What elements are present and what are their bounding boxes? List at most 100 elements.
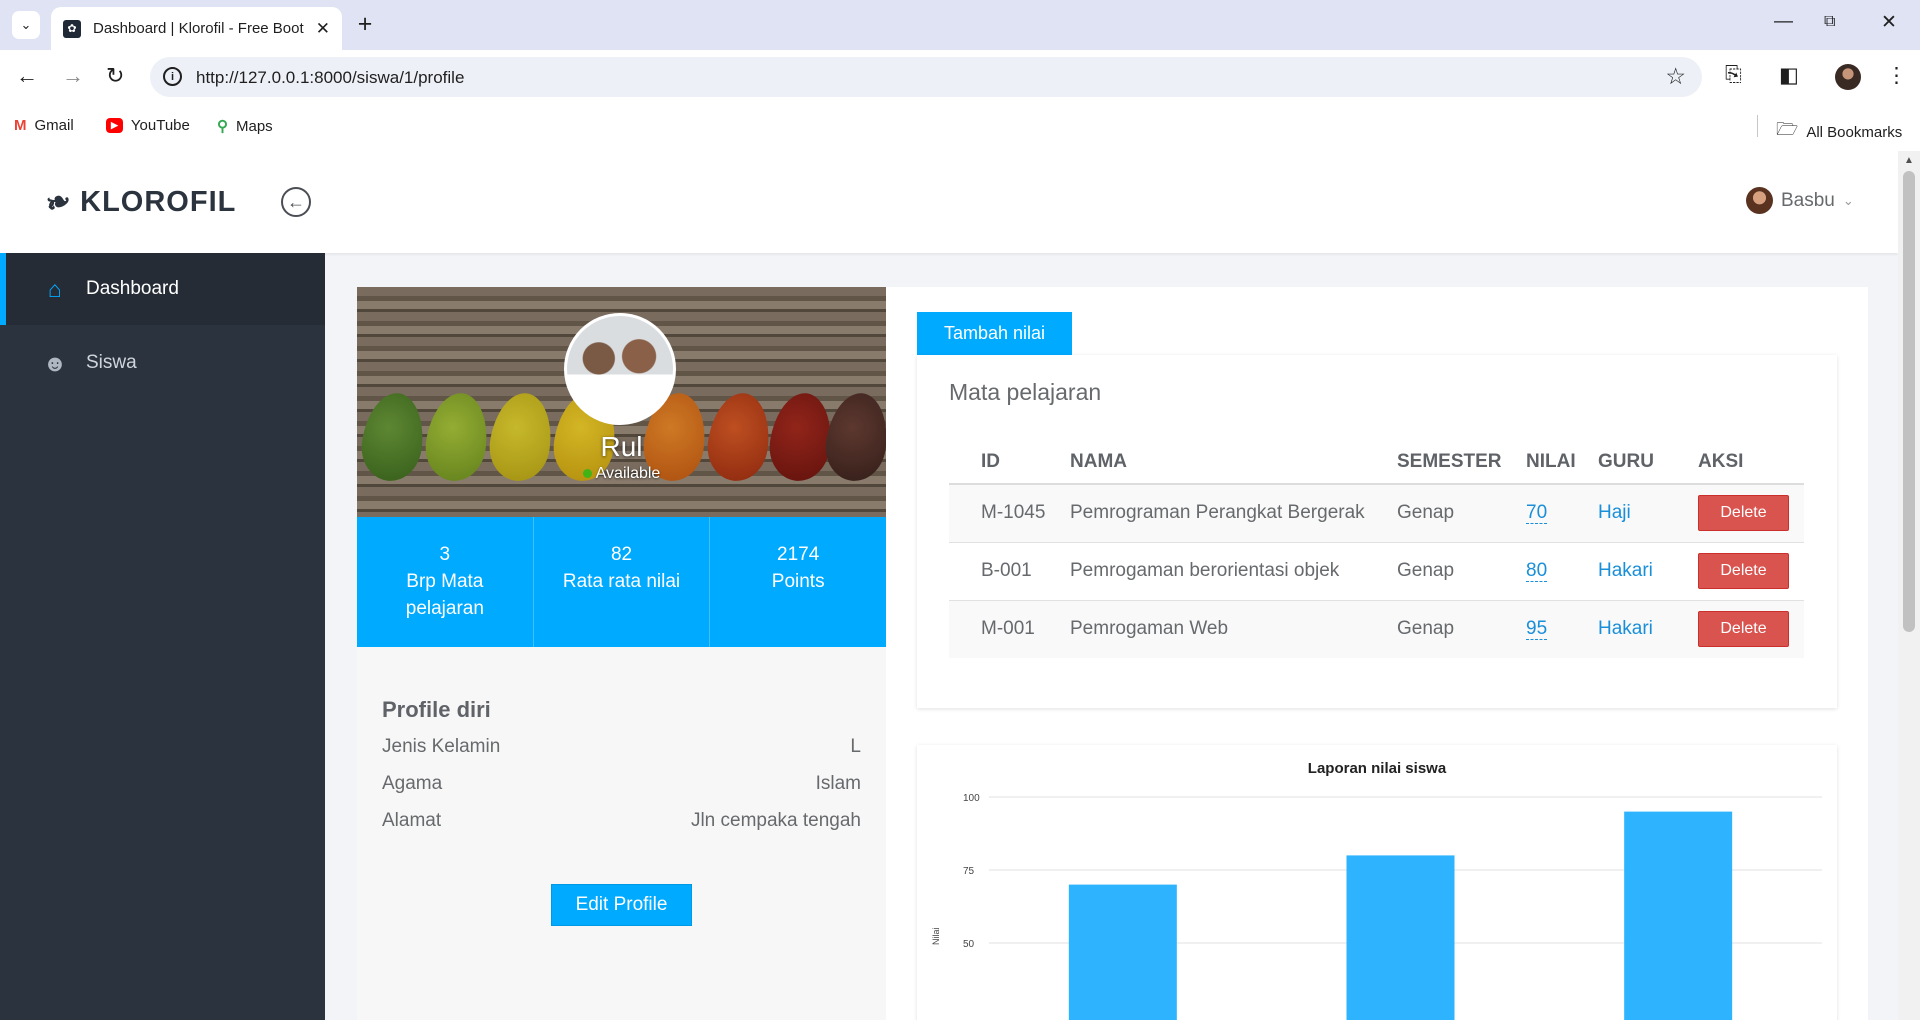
- nilai-editable-link[interactable]: 95: [1526, 618, 1548, 641]
- delete-button[interactable]: Delete: [1698, 495, 1789, 532]
- stat-label: Points: [771, 571, 825, 592]
- extensions-icon[interactable]: ⎘: [1725, 63, 1742, 87]
- table-row: M-001 Pemrogaman Web Genap 95 Hakari Del…: [949, 599, 1804, 658]
- field-value: Jln cempaka tengah: [690, 810, 861, 831]
- guru-link[interactable]: Hakari: [1598, 618, 1653, 639]
- brand-logo[interactable]: ❧ KLOROFIL: [41, 183, 237, 223]
- profile-avatar[interactable]: [1835, 64, 1861, 90]
- minimize-icon[interactable]: —: [1774, 11, 1793, 33]
- bookmark-label: YouTube: [130, 117, 190, 134]
- cell-guru: Hakari: [1598, 599, 1698, 658]
- scroll-thumb[interactable]: [1903, 171, 1915, 632]
- sidebar-item-siswa[interactable]: ☻ Siswa: [0, 327, 325, 399]
- browser-toolbar: ← → ↻ i http://127.0.0.1:8000/siswa/1/pr…: [0, 50, 1920, 103]
- column-header: SEMESTER: [1397, 441, 1526, 485]
- sidebar-toggle-back-icon[interactable]: ←: [281, 187, 311, 217]
- profile-field: Jenis Kelamin L: [382, 736, 861, 758]
- user-name: Basbu: [1781, 189, 1835, 211]
- cell-guru: Haji: [1598, 483, 1698, 542]
- klorofil-favicon-icon: ✿: [63, 19, 81, 38]
- restore-icon[interactable]: ⧉: [1824, 13, 1835, 31]
- sidebar-item-dashboard[interactable]: ⌂ Dashboard: [0, 253, 325, 325]
- bar: [1068, 884, 1177, 1020]
- y-tick-label: 100: [963, 793, 980, 804]
- site-info-icon[interactable]: i: [163, 67, 182, 86]
- stat-average: 82 Rata rata nilai: [534, 517, 711, 647]
- cell-id: B-001: [949, 541, 1070, 600]
- side-panel-icon[interactable]: ◧: [1779, 63, 1799, 88]
- youtube-icon: ▶: [106, 118, 123, 133]
- cell-aksi: Delete: [1698, 541, 1804, 600]
- stat-value: 3: [439, 544, 451, 565]
- close-window-icon[interactable]: ✕: [1881, 11, 1897, 34]
- cell-id: M-1045: [949, 483, 1070, 542]
- cell-id: M-001: [949, 599, 1070, 658]
- subjects-card: Mata pelajaran ID NAMA SEMESTER NILAI GU…: [917, 355, 1837, 708]
- guru-link[interactable]: Haji: [1598, 502, 1631, 523]
- column-header: NAMA: [1070, 441, 1397, 485]
- y-tick-label: 50: [963, 939, 975, 950]
- subjects-table: ID NAMA SEMESTER NILAI GURU AKSI M-1045 …: [949, 441, 1804, 658]
- user-avatar: [1746, 187, 1773, 214]
- bookmark-gmail[interactable]: M Gmail: [14, 117, 74, 134]
- menu-dots-icon[interactable]: ⋮: [1886, 63, 1907, 88]
- bookmark-maps[interactable]: ⚲ Maps: [217, 117, 273, 136]
- cell-aksi: Delete: [1698, 599, 1804, 658]
- bar: [1346, 855, 1455, 1020]
- folder-icon: 🗁: [1776, 119, 1799, 139]
- profile-stats: 3 Brp Mata pelajaran 82 Rata rata nilai …: [357, 517, 886, 647]
- gmail-icon: M: [14, 117, 27, 134]
- delete-button[interactable]: Delete: [1698, 611, 1789, 648]
- field-label: Agama: [382, 773, 443, 794]
- nilai-editable-link[interactable]: 70: [1526, 502, 1548, 525]
- stat-value: 2174: [777, 544, 820, 565]
- sidebar-item-label: Siswa: [86, 352, 137, 373]
- guru-link[interactable]: Hakari: [1598, 560, 1653, 581]
- cell-semester: Genap: [1397, 541, 1526, 600]
- all-bookmarks-label: All Bookmarks: [1806, 123, 1903, 141]
- brand-text: KLOROFIL: [80, 186, 237, 218]
- leaf-icon: ❧: [41, 182, 77, 223]
- browser-tabstrip: ⌄ ✿ Dashboard | Klorofil - Free Boot ✕ +…: [0, 0, 1920, 50]
- user-icon: ☻: [42, 349, 68, 376]
- profile-panel: Rul Available 3 Brp Mata pelajaran 82 Ra…: [357, 287, 886, 1020]
- delete-button[interactable]: Delete: [1698, 553, 1789, 589]
- cell-semester: Genap: [1397, 599, 1526, 658]
- browser-tab[interactable]: ✿ Dashboard | Klorofil - Free Boot ✕: [51, 7, 342, 50]
- all-bookmarks[interactable]: 🗁 All Bookmarks: [1776, 117, 1902, 147]
- profile-section-title: Profile diri: [382, 697, 491, 722]
- back-arrow-icon[interactable]: ←: [16, 63, 38, 89]
- cell-nilai: 80: [1526, 541, 1598, 600]
- cell-semester: Genap: [1397, 483, 1526, 542]
- tab-close-icon[interactable]: ✕: [316, 19, 330, 39]
- stat-points: 2174 Points: [710, 517, 886, 647]
- cell-nama: Pemrogaman berorientasi objek: [1070, 541, 1397, 600]
- reload-icon[interactable]: ↻: [106, 63, 124, 89]
- new-tab-icon[interactable]: +: [352, 10, 378, 39]
- y-tick-label: 75: [963, 866, 975, 877]
- table-row: M-1045 Pemrograman Perangkat Bergerak Ge…: [949, 483, 1804, 542]
- bookmarks-bar: M Gmail ▶ YouTube ⚲ Maps 🗁 All Bookmarks: [0, 103, 1920, 151]
- bookmark-star-icon[interactable]: ☆: [1665, 63, 1686, 90]
- nilai-editable-link[interactable]: 80: [1526, 560, 1548, 582]
- edit-profile-button[interactable]: Edit Profile: [551, 884, 692, 926]
- column-header: AKSI: [1698, 441, 1804, 485]
- user-menu[interactable]: Basbu ⌄: [1746, 187, 1854, 214]
- stat-subjects: 3 Brp Mata pelajaran: [357, 517, 534, 647]
- column-header: NILAI: [1526, 441, 1598, 485]
- chevron-down-icon: ⌄: [1842, 192, 1854, 208]
- profile-field: Agama Islam: [382, 773, 861, 795]
- address-bar[interactable]: i http://127.0.0.1:8000/siswa/1/profile …: [150, 57, 1702, 97]
- grades-panel: Tambah nilai Mata pelajaran ID NAMA SEME…: [886, 287, 1868, 1020]
- field-value: Islam: [815, 773, 861, 794]
- url-text[interactable]: http://127.0.0.1:8000/siswa/1/profile: [196, 68, 464, 88]
- forward-arrow-icon[interactable]: →: [62, 63, 84, 89]
- scroll-up-icon[interactable]: ▲: [1904, 155, 1914, 166]
- bookmark-youtube[interactable]: ▶ YouTube: [106, 117, 190, 134]
- field-label: Jenis Kelamin: [382, 736, 501, 757]
- page-scrollbar[interactable]: ▲: [1898, 151, 1920, 1020]
- sidebar-item-label: Dashboard: [86, 278, 179, 299]
- sidebar: ⌂ Dashboard ☻ Siswa: [0, 253, 325, 1020]
- tab-search-chevron-icon[interactable]: ⌄: [12, 11, 40, 39]
- add-grade-button[interactable]: Tambah nilai: [917, 312, 1072, 355]
